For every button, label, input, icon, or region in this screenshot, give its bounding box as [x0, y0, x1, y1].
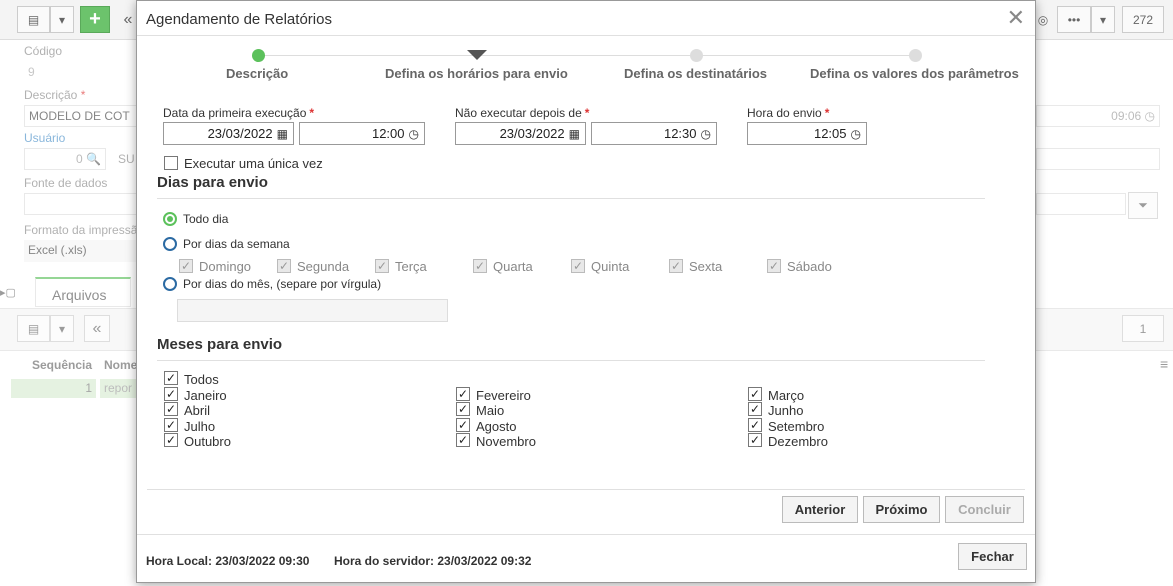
chevron-down-icon[interactable]: ▾: [50, 6, 74, 33]
step-horarios[interactable]: Defina os horários para envio: [385, 66, 568, 81]
month-label: Maio: [476, 403, 505, 418]
send-hour-label: Hora do envio *: [747, 106, 830, 120]
month-label: Outubro: [184, 434, 231, 449]
step-pending-dot: [909, 49, 922, 62]
weekday-label: Quarta: [493, 259, 533, 274]
month-label: Agosto: [476, 419, 517, 434]
schedule-report-dialog: Agendamento de Relatórios ✕ Descrição De…: [136, 0, 1036, 583]
clock-icon[interactable]: ◷: [701, 127, 711, 141]
stepper-line: [257, 55, 917, 56]
month-checkbox[interactable]: ✓: [164, 418, 178, 432]
grid-view-button[interactable]: ▤: [17, 6, 50, 33]
send-hour-input[interactable]: 12:05 ◷: [747, 122, 867, 145]
month-label: Setembro: [768, 419, 825, 434]
add-button[interactable]: +: [80, 6, 110, 33]
todo-dia-label: Todo dia: [183, 212, 229, 226]
semana-label: Por dias da semana: [183, 237, 290, 251]
clock-icon[interactable]: ◷: [851, 127, 861, 141]
close-icon[interactable]: ✕: [1007, 5, 1025, 31]
month-label: Julho: [184, 419, 216, 434]
weekday-checkbox[interactable]: ✓: [571, 259, 585, 273]
todo-dia-radio[interactable]: [163, 212, 177, 226]
step-destinatarios[interactable]: Defina os destinatários: [624, 66, 767, 81]
first-exec-date-input[interactable]: 23/03/2022 ▦: [163, 122, 294, 145]
month-label: Junho: [768, 403, 804, 418]
weekday-checkbox[interactable]: ✓: [277, 259, 291, 273]
weekday-label: Quinta: [591, 259, 630, 274]
chevron-down-icon[interactable]: ▾: [1091, 6, 1115, 33]
month-checkbox[interactable]: ✓: [748, 387, 762, 401]
weekday-label: Terça: [395, 259, 427, 274]
not-after-label: Não executar depois de *: [455, 106, 590, 120]
weekday-checkbox[interactable]: ✓: [767, 259, 781, 273]
weekday-checkbox[interactable]: ✓: [669, 259, 683, 273]
divider: [147, 489, 1025, 490]
month-checkbox[interactable]: ✓: [748, 433, 762, 447]
clock-icon[interactable]: ◷: [409, 127, 419, 141]
server-time: Hora do servidor: 23/03/2022 09:32: [334, 554, 532, 568]
month-checkbox[interactable]: ✓: [164, 433, 178, 447]
run-once-label: Executar uma única vez: [184, 156, 323, 171]
days-section-title: Dias para envio: [157, 174, 268, 191]
month-label: Janeiro: [184, 388, 227, 403]
concluir-button[interactable]: Concluir: [945, 496, 1024, 523]
weekday-checkbox[interactable]: ✓: [375, 259, 389, 273]
month-checkbox[interactable]: ✓: [164, 402, 178, 416]
divider: [157, 198, 985, 199]
not-after-time-input[interactable]: 12:30 ◷: [591, 122, 717, 145]
weekday-label: Domingo: [199, 259, 252, 274]
run-once-checkbox[interactable]: [164, 156, 178, 170]
todos-label: Todos: [184, 372, 219, 387]
step-current-marker: [467, 50, 487, 60]
weekday-checkbox[interactable]: ✓: [179, 259, 193, 273]
not-after-date-input[interactable]: 23/03/2022 ▦: [455, 122, 586, 145]
tag-icon[interactable]: ◎: [1036, 6, 1050, 33]
divider: [137, 534, 1035, 535]
todos-checkbox[interactable]: ✓: [164, 371, 178, 385]
month-checkbox[interactable]: ✓: [456, 387, 470, 401]
month-checkbox[interactable]: ✓: [456, 418, 470, 432]
weekday-checkbox[interactable]: ✓: [473, 259, 487, 273]
calendar-icon[interactable]: ▦: [569, 127, 580, 141]
month-label: Novembro: [476, 434, 536, 449]
step-descricao[interactable]: Descrição: [226, 66, 288, 81]
fechar-button[interactable]: Fechar: [958, 543, 1027, 570]
mes-radio[interactable]: [163, 277, 177, 291]
month-days-input[interactable]: [177, 299, 448, 322]
calendar-icon[interactable]: ▦: [277, 127, 288, 141]
month-label: Abril: [184, 403, 211, 418]
dialog-title: Agendamento de Relatórios: [146, 11, 332, 28]
proximo-button[interactable]: Próximo: [863, 496, 940, 523]
mes-label: Por dias do mês, (separe por vírgula): [183, 277, 382, 291]
month-checkbox[interactable]: ✓: [748, 402, 762, 416]
record-count-badge: 272: [1122, 6, 1164, 33]
weekday-label: Segunda: [297, 259, 350, 274]
more-options-button[interactable]: •••: [1057, 6, 1091, 33]
semana-radio[interactable]: [163, 237, 177, 251]
month-label: Dezembro: [768, 434, 828, 449]
month-checkbox[interactable]: ✓: [164, 387, 178, 401]
month-checkbox[interactable]: ✓: [748, 418, 762, 432]
dialog-header: Agendamento de Relatórios ✕: [137, 1, 1035, 36]
local-time: Hora Local: 23/03/2022 09:30: [146, 554, 310, 568]
step-done-dot: [252, 49, 265, 62]
month-label: Fevereiro: [476, 388, 531, 403]
first-exec-time-input[interactable]: 12:00 ◷: [299, 122, 425, 145]
step-parametros[interactable]: Defina os valores dos parâmetros: [810, 66, 1019, 81]
double-chevron-left-icon[interactable]: «: [118, 6, 138, 33]
step-pending-dot: [690, 49, 703, 62]
months-section-title: Meses para envio: [157, 336, 283, 353]
month-checkbox[interactable]: ✓: [456, 433, 470, 447]
anterior-button[interactable]: Anterior: [782, 496, 858, 523]
month-label: Março: [768, 388, 805, 403]
divider: [157, 360, 985, 361]
weekday-label: Sexta: [689, 259, 723, 274]
weekday-label: Sábado: [787, 259, 832, 274]
first-exec-label: Data da primeira execução *: [163, 106, 315, 120]
month-checkbox[interactable]: ✓: [456, 402, 470, 416]
